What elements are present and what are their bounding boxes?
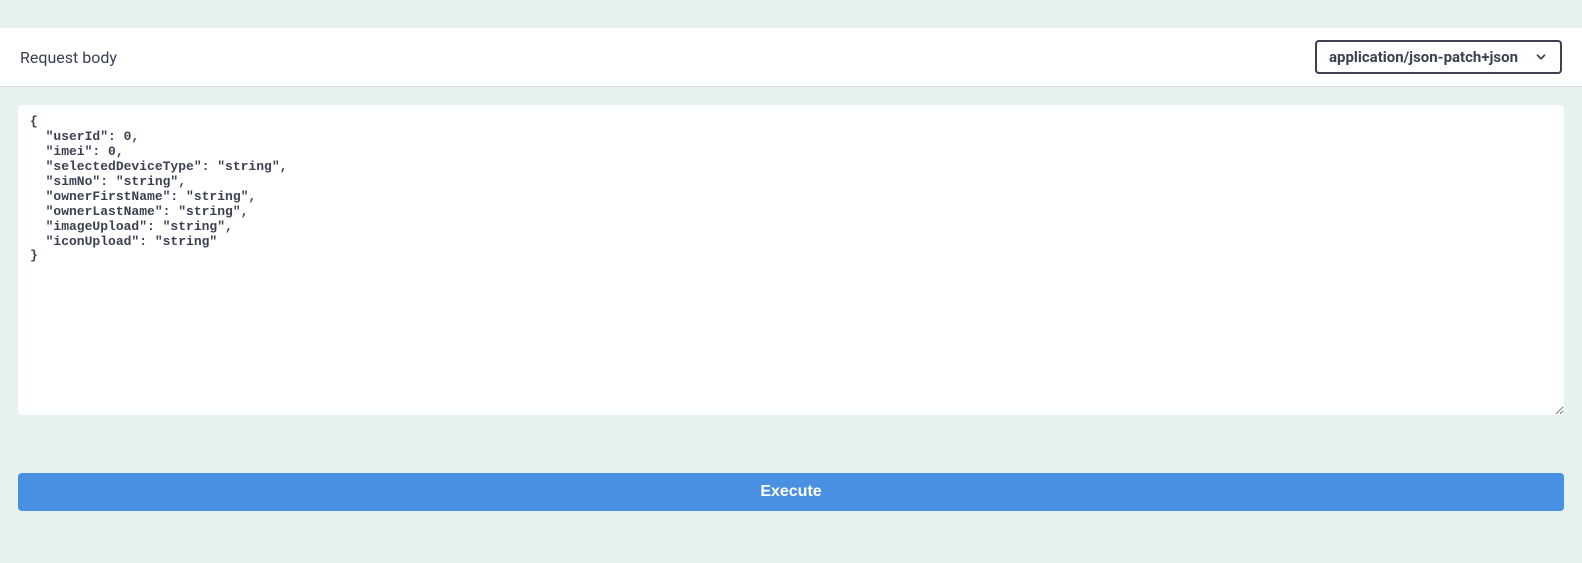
content-type-value: application/json-patch+json (1329, 48, 1518, 66)
execute-row: Execute (0, 473, 1582, 511)
request-body-header: Request body application/json-patch+json (0, 28, 1582, 87)
content-type-select[interactable]: application/json-patch+json (1315, 40, 1562, 74)
chevron-down-icon (1534, 50, 1548, 64)
execute-button[interactable]: Execute (18, 473, 1564, 511)
request-body-area (0, 87, 1582, 437)
request-body-textarea[interactable] (18, 105, 1564, 415)
request-body-label: Request body (20, 48, 117, 67)
